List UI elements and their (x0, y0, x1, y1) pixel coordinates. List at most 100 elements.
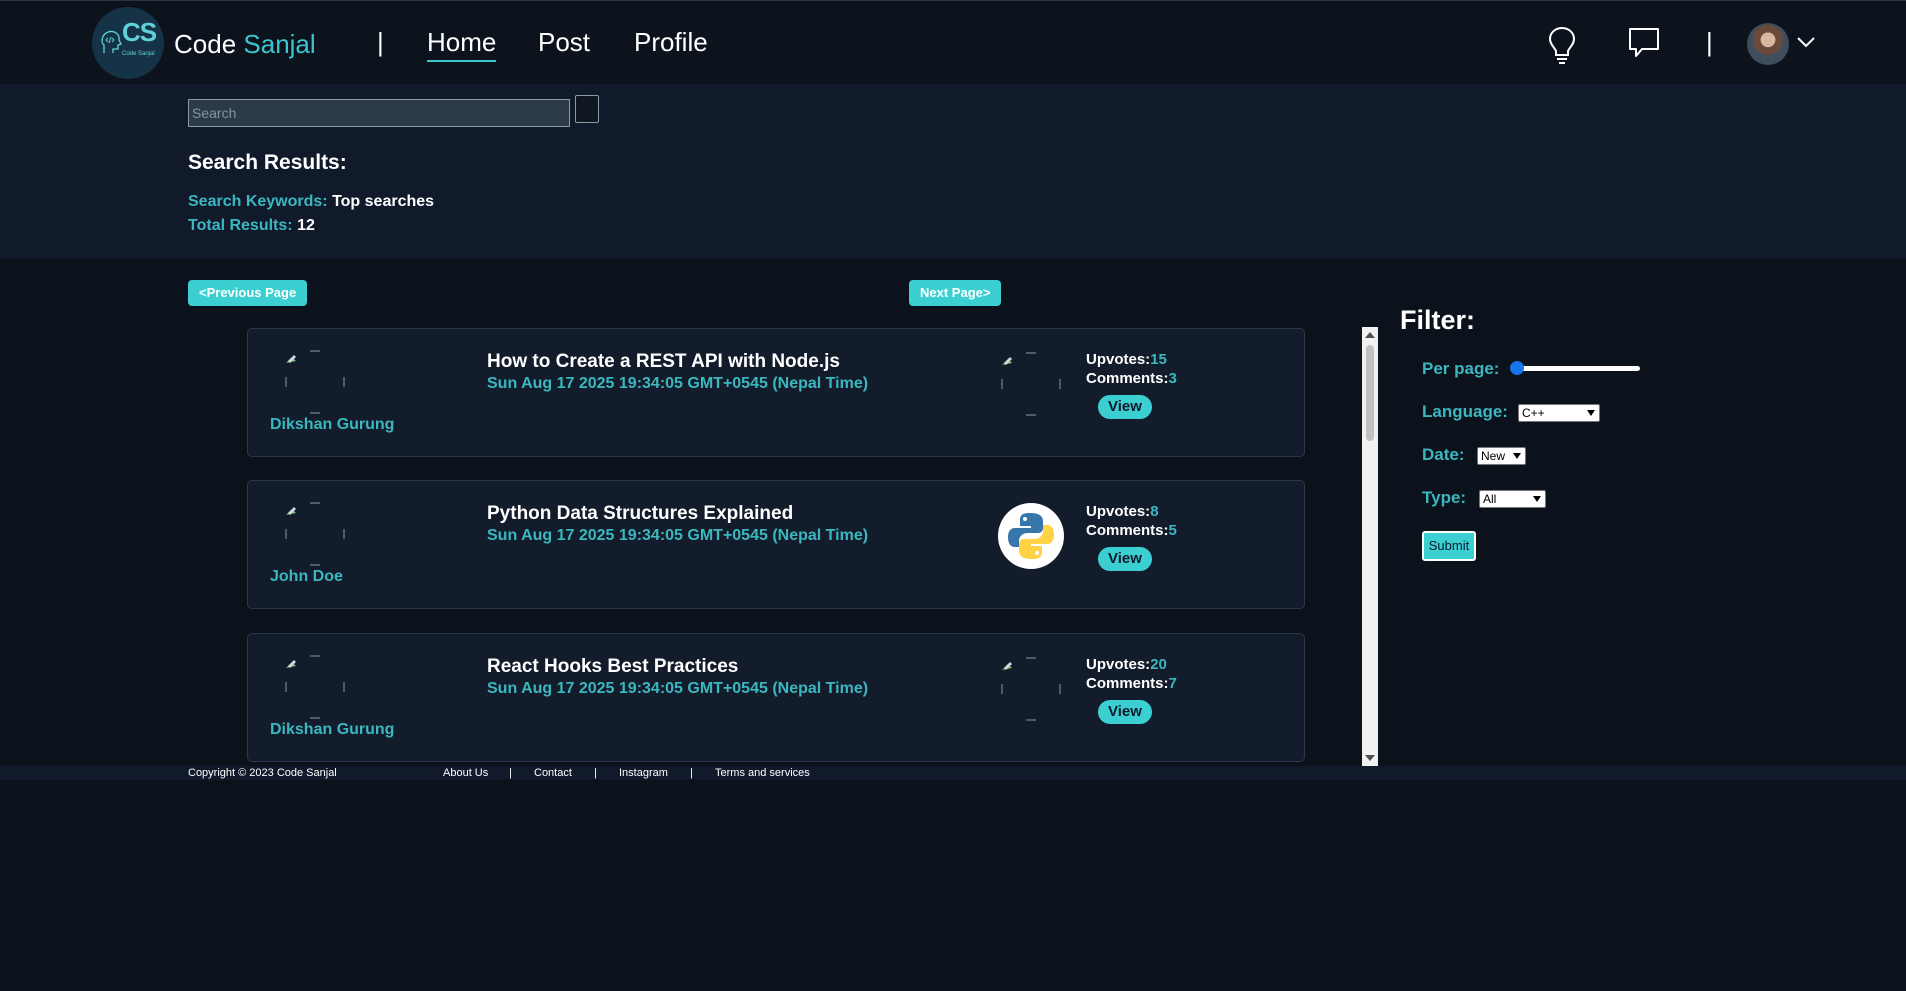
upvotes-label: Upvotes: (1086, 503, 1151, 520)
filter-title: Filter: (1400, 305, 1476, 335)
comments-label: Comments: (1086, 675, 1169, 692)
brand-name-part1: Code (174, 29, 237, 59)
comments-label: Comments: (1086, 522, 1169, 539)
slider-track (1512, 366, 1640, 371)
nav-link-profile[interactable]: Profile (634, 27, 708, 58)
footer-link-terms[interactable]: Terms and services (715, 767, 810, 779)
footer: Copyright © 2023 Code Sanjal About Us | … (0, 766, 1906, 780)
scroll-up-arrow-icon[interactable] (1365, 332, 1375, 338)
author-avatar-broken-image-icon (285, 350, 345, 414)
footer-separator: | (594, 767, 597, 779)
post-upvotes: Upvotes:15 (1086, 351, 1167, 368)
search-input[interactable] (188, 99, 570, 127)
date-select[interactable]: New (1477, 447, 1526, 465)
total-results-label: Total Results: (188, 217, 293, 234)
per-page-label: Per page: (1422, 359, 1500, 378)
logo[interactable]: CS Code Sanjal (92, 7, 164, 79)
chevron-down-icon (1533, 496, 1541, 502)
view-post-button[interactable]: View (1098, 700, 1152, 724)
chevron-down-icon (1587, 410, 1595, 416)
post-list: Dikshan Gurung How to Create a REST API … (188, 321, 1308, 764)
search-section: Search Results: Search Keywords: Top sea… (0, 84, 1906, 258)
post-author[interactable]: Dikshan Gurung (270, 721, 394, 739)
comments-count: 3 (1168, 370, 1177, 387)
nav-link-home[interactable]: Home (427, 27, 497, 62)
search-keywords: Search Keywords: Top searches (188, 193, 434, 211)
footer-link-instagram[interactable]: Instagram (619, 767, 668, 779)
footer-link-about-us[interactable]: About Us (443, 767, 488, 779)
post-card: Dikshan Gurung How to Create a REST API … (247, 328, 1305, 457)
logo-initials: CS (122, 17, 157, 47)
post-title[interactable]: Python Data Structures Explained (487, 503, 793, 525)
filter-submit-button[interactable]: Submit (1422, 531, 1476, 561)
python-logo-icon (998, 503, 1064, 569)
post-card: John Doe Python Data Structures Explaine… (247, 480, 1305, 609)
type-label: Type: (1422, 488, 1467, 507)
upvotes-count: 15 (1150, 351, 1167, 368)
language-broken-image-icon (1001, 657, 1061, 721)
chat-bubble-icon[interactable] (1626, 25, 1662, 61)
total-results-value: 12 (297, 217, 315, 234)
language-broken-image-icon (1001, 352, 1061, 416)
user-avatar[interactable] (1747, 23, 1789, 65)
chevron-down-icon[interactable] (1796, 35, 1816, 49)
upvotes-count: 8 (1150, 503, 1159, 520)
chevron-down-icon (1513, 453, 1521, 459)
search-keywords-value: Top searches (332, 193, 435, 210)
view-post-button[interactable]: View (1098, 395, 1152, 419)
nav-separator: | (377, 27, 384, 57)
footer-separator: | (690, 767, 693, 779)
post-upvotes: Upvotes:8 (1086, 503, 1159, 520)
scroll-down-arrow-icon[interactable] (1365, 755, 1375, 761)
post-date: Sun Aug 17 2025 19:34:05 GMT+0545 (Nepal… (487, 375, 869, 392)
navbar: CS Code Sanjal Code Sanjal | Home Post P… (0, 0, 1906, 84)
post-comments: Comments:3 (1086, 370, 1177, 387)
search-keywords-label: Search Keywords: (188, 193, 328, 210)
brand-name[interactable]: Code Sanjal (174, 29, 316, 60)
nav-link-post[interactable]: Post (538, 27, 590, 58)
post-title[interactable]: React Hooks Best Practices (487, 656, 738, 678)
comments-label: Comments: (1086, 370, 1169, 387)
comments-count: 5 (1168, 522, 1177, 539)
language-select[interactable]: C++ (1518, 404, 1600, 422)
nav-separator-right: | (1706, 27, 1713, 57)
post-upvotes: Upvotes:20 (1086, 656, 1167, 673)
author-avatar-broken-image-icon (285, 502, 345, 566)
search-results-title: Search Results: (188, 151, 347, 174)
post-author[interactable]: Dikshan Gurung (270, 416, 394, 434)
logo-subtitle: Code Sanjal (122, 51, 155, 57)
search-button[interactable] (575, 95, 599, 123)
head-code-icon (101, 30, 122, 53)
comments-count: 7 (1168, 675, 1177, 692)
total-results: Total Results: 12 (188, 217, 315, 235)
view-post-button[interactable]: View (1098, 547, 1152, 571)
scroll-thumb[interactable] (1366, 345, 1374, 441)
author-avatar-broken-image-icon (285, 655, 345, 719)
lightbulb-icon[interactable] (1546, 25, 1578, 65)
previous-page-button[interactable]: <Previous Page (188, 280, 308, 306)
next-page-button[interactable]: Next Page> (909, 280, 1002, 306)
brand-name-part2: Sanjal (243, 29, 316, 59)
post-title[interactable]: How to Create a REST API with Node.js (487, 351, 840, 373)
upvotes-count: 20 (1150, 656, 1167, 673)
date-select-value: New (1481, 449, 1506, 463)
upvotes-label: Upvotes: (1086, 656, 1151, 673)
type-select[interactable]: All (1479, 490, 1546, 508)
post-date: Sun Aug 17 2025 19:34:05 GMT+0545 (Nepal… (487, 527, 869, 544)
post-date: Sun Aug 17 2025 19:34:05 GMT+0545 (Nepal… (487, 680, 869, 697)
date-label: Date: (1422, 445, 1465, 464)
post-comments: Comments:7 (1086, 675, 1177, 692)
post-author[interactable]: John Doe (270, 568, 343, 586)
post-card: Dikshan Gurung React Hooks Best Practice… (247, 633, 1305, 762)
per-page-slider[interactable] (1510, 361, 1640, 375)
language-select-value: C++ (1522, 406, 1545, 420)
language-label: Language: (1422, 402, 1508, 421)
footer-link-contact[interactable]: Contact (534, 767, 572, 779)
upvotes-label: Upvotes: (1086, 351, 1151, 368)
slider-thumb[interactable] (1510, 361, 1524, 375)
footer-separator: | (509, 767, 512, 779)
post-list-scrollbar[interactable] (1362, 327, 1378, 766)
type-select-value: All (1483, 492, 1497, 506)
footer-copyright: Copyright © 2023 Code Sanjal (188, 767, 337, 779)
post-comments: Comments:5 (1086, 522, 1177, 539)
